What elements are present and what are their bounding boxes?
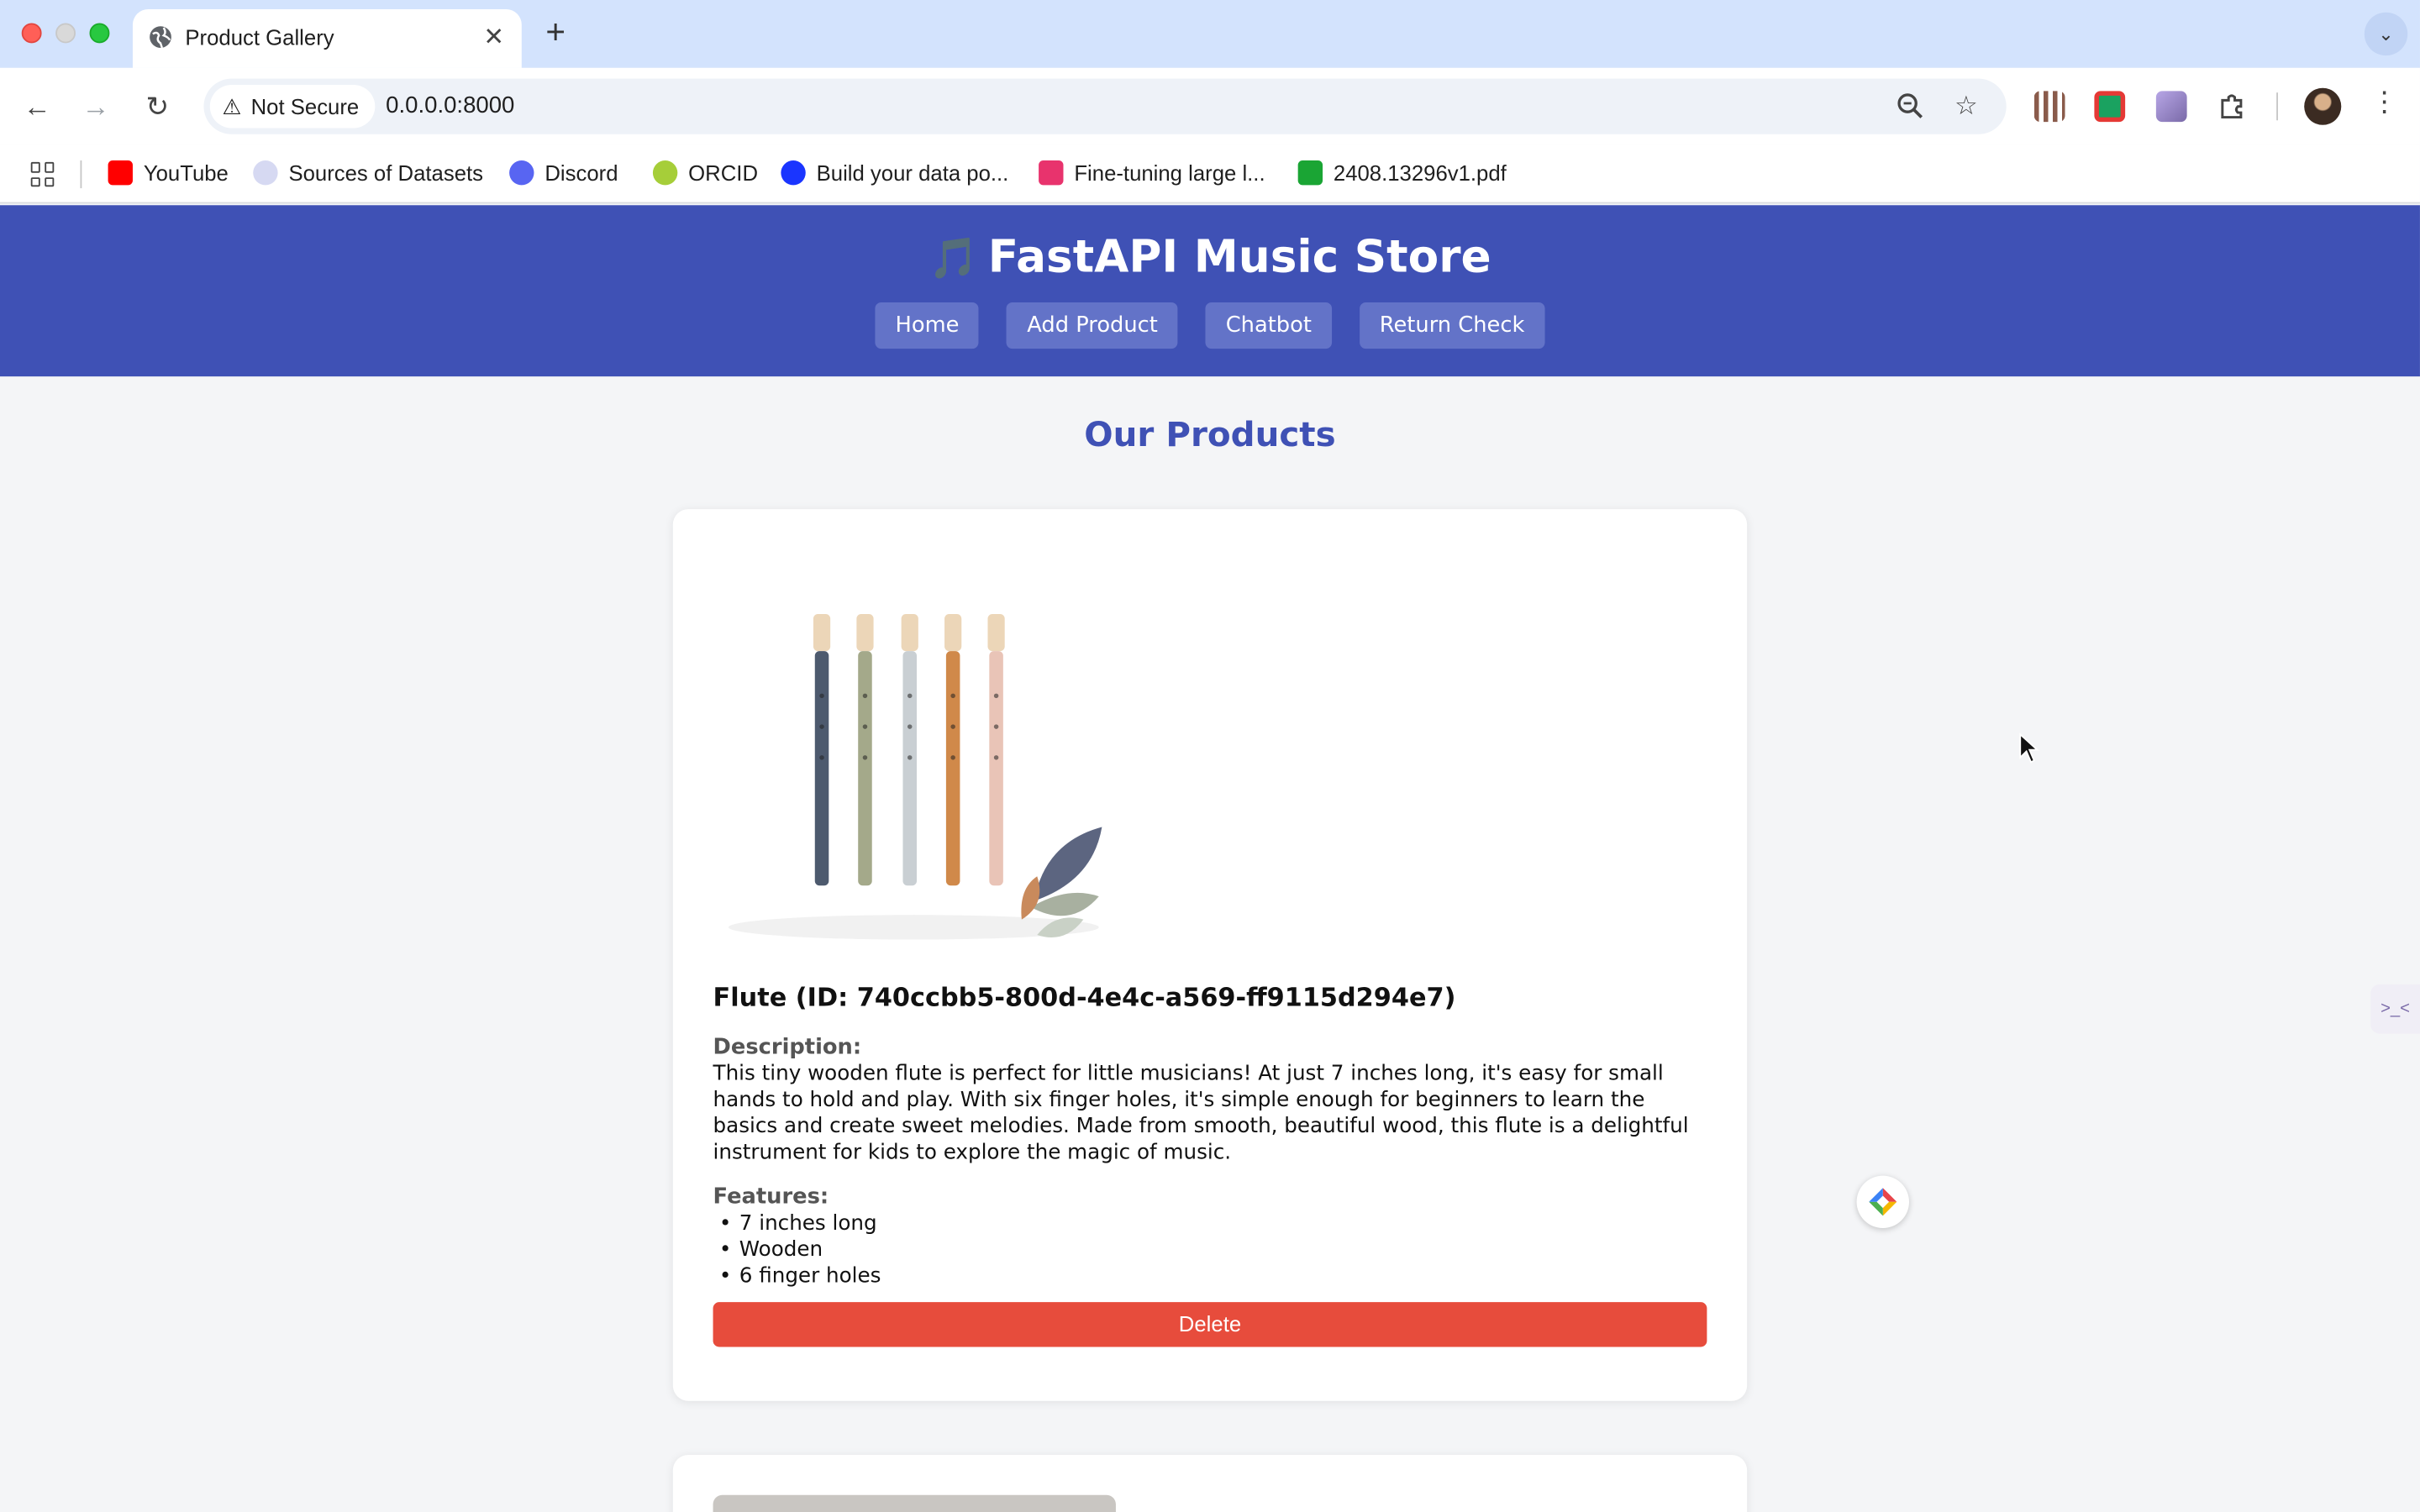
features-list: 7 inches long Wooden 6 finger holes (719, 1211, 881, 1290)
back-arrow-icon[interactable]: ← (18, 88, 55, 125)
description-label: Description: (713, 1035, 862, 1060)
bookmark-build-data[interactable]: Build your data po... (781, 160, 1009, 186)
tab-close-icon[interactable]: ✕ (481, 22, 506, 53)
discord-icon (509, 160, 534, 186)
extension-2-icon[interactable] (2094, 91, 2126, 123)
apps-grid-icon[interactable] (30, 161, 55, 187)
feature-item: 6 finger holes (719, 1263, 881, 1289)
browser-toolbar: ← → ↻ ⚠ Not Secure 0.0.0.0:8000 ☆ ⋮ (0, 67, 2420, 145)
extension-1-icon[interactable] (2033, 91, 2065, 123)
bookmark-fine-tuning[interactable]: Fine-tuning large l... (1039, 160, 1265, 186)
extension-3-icon[interactable] (2155, 91, 2187, 123)
new-tab-button[interactable]: + (537, 13, 574, 53)
bookmark-orcid[interactable]: ORCID (652, 160, 759, 186)
bookmark-label: YouTube (143, 160, 229, 186)
bookmark-label: Sources of Datasets (288, 160, 484, 186)
feature-item: 7 inches long (719, 1211, 881, 1237)
site-header: 🎵 FastAPI Music Store Home Add Product Ch… (0, 205, 2420, 377)
tab-product-gallery[interactable]: Product Gallery ✕ (132, 9, 522, 68)
page-title: Our Products (1084, 416, 1336, 455)
nav-chatbot-button[interactable]: Chatbot (1205, 302, 1332, 349)
product-card: Flute (ID: 740ccbb5-800d-4e4c-a569-ff911… (672, 509, 1748, 1401)
site-title: 🎵 FastAPI Music Store (0, 230, 2420, 282)
bookmark-youtube[interactable]: YouTube (108, 160, 229, 186)
extensions-puzzle-icon[interactable] (2217, 91, 2248, 122)
diamond-extension-icon[interactable] (1856, 1175, 1909, 1229)
d-logo-icon (781, 160, 806, 186)
orcid-icon (652, 160, 678, 186)
article-icon (1039, 160, 1064, 186)
page-viewport: 🎵 FastAPI Music Store Home Add Product Ch… (0, 205, 2420, 1512)
site-title-text: FastAPI Music Store (987, 229, 1491, 283)
address-bar[interactable]: ⚠ Not Secure 0.0.0.0:8000 ☆ (203, 78, 2007, 134)
site-nav: Home Add Product Chatbot Return Check (0, 302, 2420, 349)
url-text[interactable]: 0.0.0.0:8000 (386, 92, 514, 118)
product-image (713, 1494, 1116, 1512)
bookmarks-separator (80, 160, 82, 189)
bookmark-label: ORCID (688, 160, 759, 186)
bookmark-label: Build your data po... (816, 160, 1009, 186)
zoom-icon[interactable] (1895, 91, 1926, 122)
music-note-icon: 🎵 (929, 236, 979, 283)
reload-icon[interactable]: ↻ (139, 88, 176, 125)
youtube-icon (108, 160, 133, 186)
nav-home-button[interactable]: Home (875, 302, 980, 349)
window-maximize-button[interactable] (89, 23, 110, 44)
side-panel-extension-icon[interactable]: >_< (2370, 984, 2420, 1034)
nav-return-check-button[interactable]: Return Check (1359, 302, 1545, 349)
nav-add-product-button[interactable]: Add Product (1007, 302, 1178, 349)
profile-avatar[interactable] (2304, 87, 2342, 125)
bookmark-pdf[interactable]: 2408.13296v1.pdf (1297, 160, 1507, 186)
security-chip[interactable]: ⚠ Not Secure (209, 85, 375, 129)
feature-item: Wooden (719, 1237, 881, 1263)
bookmark-label: Fine-tuning large l... (1074, 160, 1265, 186)
product-card (672, 1455, 1748, 1512)
features-label: Features: (713, 1184, 829, 1210)
globe-icon (150, 26, 171, 49)
bookmark-label: Discord (544, 160, 618, 186)
forward-arrow-icon[interactable]: → (77, 88, 114, 125)
mouse-cursor-icon (2019, 732, 2039, 764)
bookmark-sources-of-datasets[interactable]: Sources of Datasets (253, 160, 484, 186)
bookmark-star-icon[interactable]: ☆ (1951, 91, 1982, 122)
smiley-icon (1297, 160, 1323, 186)
window-minimize-button[interactable] (55, 23, 76, 44)
delete-button[interactable]: Delete (713, 1302, 1707, 1347)
product-image (713, 549, 1116, 953)
bookmark-label: 2408.13296v1.pdf (1333, 160, 1507, 186)
bookmarks-bar: YouTube Sources of Datasets Discord ORCI… (0, 144, 2420, 204)
menu-kebab-icon[interactable]: ⋮ (2370, 87, 2398, 119)
bookmark-discord[interactable]: Discord (509, 160, 618, 186)
tab-search-chevron-icon[interactable]: ⌄ (2364, 12, 2408, 56)
window-close-button[interactable] (21, 23, 42, 44)
toolbar-separator (2276, 92, 2278, 121)
warning-triangle-icon: ⚠ (222, 93, 242, 118)
tab-strip: Product Gallery ✕ + ⌄ (0, 0, 2420, 68)
product-description: This tiny wooden flute is perfect for li… (713, 1063, 1689, 1165)
product-name: Flute (ID: 740ccbb5-800d-4e4c-a569-ff911… (713, 982, 1456, 1012)
dataset-icon (253, 160, 278, 186)
tab-title: Product Gallery (185, 24, 334, 50)
security-label: Not Secure (250, 94, 360, 119)
